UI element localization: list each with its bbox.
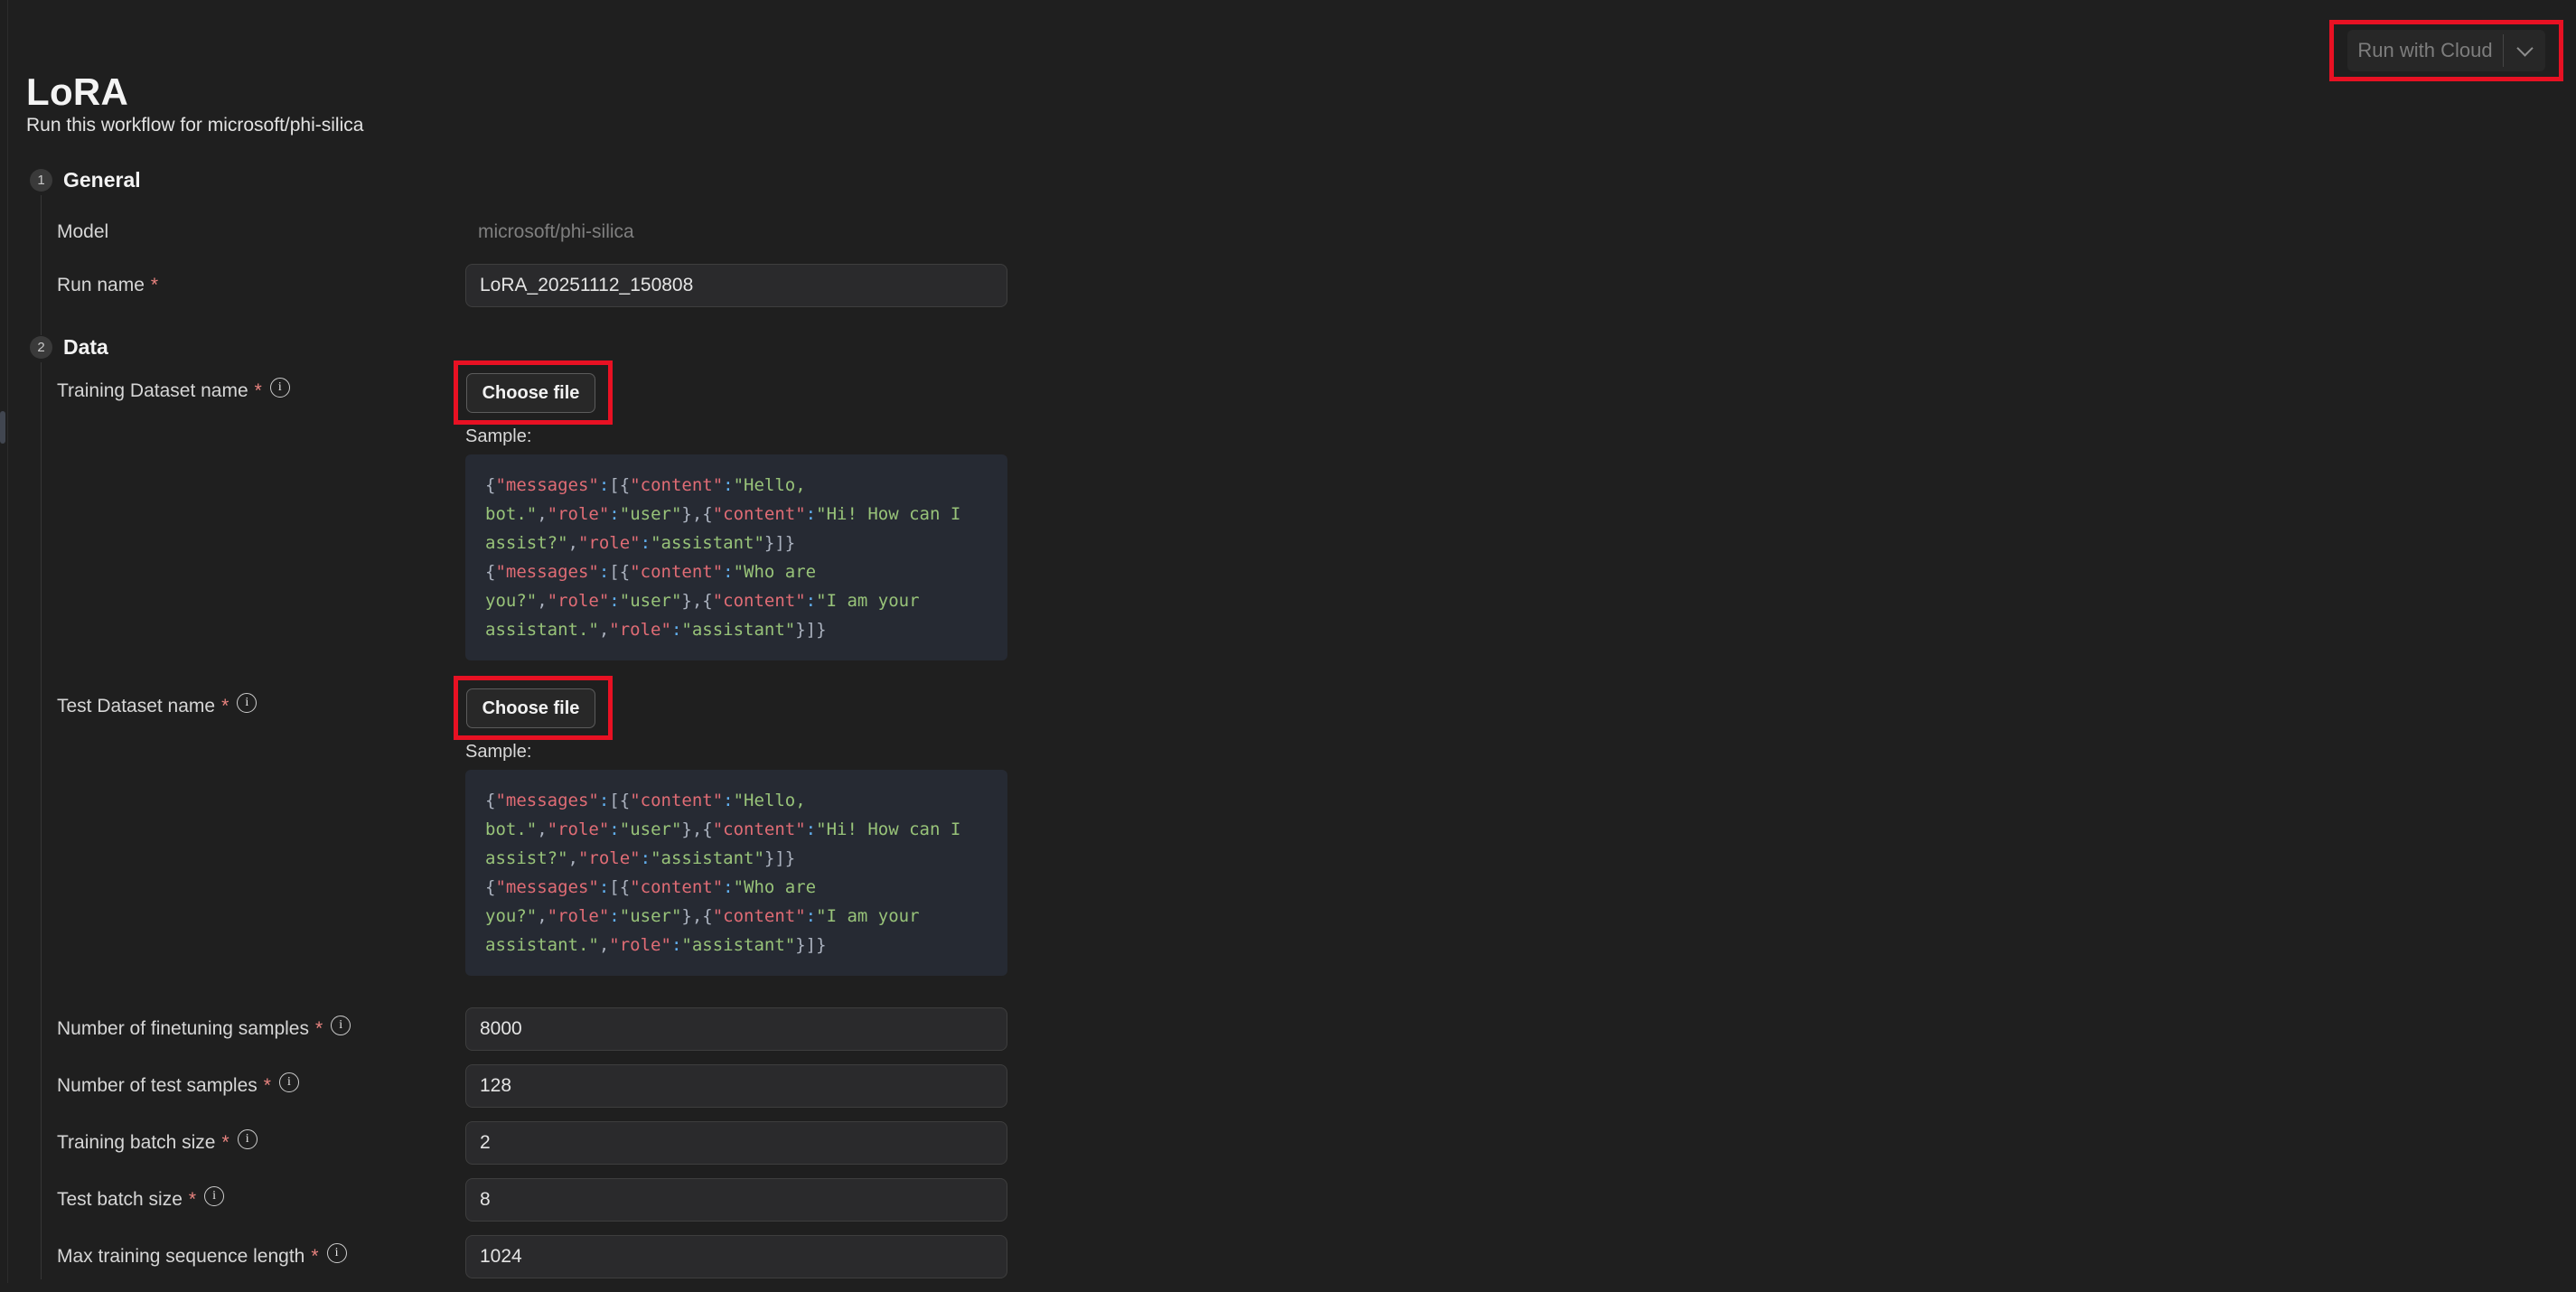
test-samples-row: Number of test samples*i [57,1064,1042,1108]
info-icon[interactable]: i [327,1243,347,1263]
training-batch-size-input[interactable] [465,1121,1007,1165]
info-icon[interactable]: i [204,1186,224,1206]
run-with-cloud-split-button[interactable]: Run with Cloud [2347,30,2545,71]
training-batch-size-row: Training batch size*i [57,1121,1042,1165]
test-dataset-label: Test Dataset name*i [57,676,465,717]
test-sample-code-block: {"messages":[{"content":"Hello,bot.","ro… [465,770,1007,976]
test-sample-label: Sample: [465,742,1007,763]
required-marker: * [189,1189,196,1210]
annotation-box-training-choose-file: Choose file [454,360,613,425]
info-icon[interactable]: i [331,1016,351,1035]
required-marker: * [221,696,229,716]
data-parameters: Number of finetuning samples*i Number of… [30,1007,1042,1278]
section-data: 2 Data Training Dataset name*i Choose fi… [30,335,1042,1292]
test-choose-file-button[interactable]: Choose file [466,688,595,728]
model-row: Model microsoft/phi-silica [57,211,1042,253]
required-marker: * [151,275,158,295]
chevron-down-icon [2516,40,2533,56]
info-icon[interactable]: i [270,378,290,398]
run-options-dropdown-button[interactable] [2504,30,2545,71]
section-title-data: Data [63,335,108,360]
run-with-cloud-button[interactable]: Run with Cloud [2347,30,2503,71]
stepper-connector-line [41,195,42,335]
test-batch-size-input[interactable] [465,1178,1007,1222]
test-dataset-row: Test Dataset name*i Choose file Sample: … [57,676,1042,976]
finetuning-samples-label: Number of finetuning samples*i [57,1018,465,1040]
info-icon[interactable]: i [237,693,257,713]
required-marker: * [221,1132,229,1153]
run-name-label: Run name* [57,275,465,296]
required-marker: * [264,1075,271,1096]
run-name-input[interactable] [465,264,1007,307]
training-choose-file-button[interactable]: Choose file [466,373,595,413]
training-batch-size-label: Training batch size*i [57,1132,465,1154]
panel-edge-divider [7,0,8,1283]
model-value: microsoft/phi-silica [465,221,1007,243]
section-general: 1 General Model microsoft/phi-silica Run… [30,168,1042,307]
step-badge-2: 2 [30,336,52,359]
test-batch-size-row: Test batch size*i [57,1178,1042,1222]
training-dataset-label: Training Dataset name*i [57,360,465,402]
finetuning-samples-row: Number of finetuning samples*i [57,1007,1042,1051]
required-marker: * [255,380,262,401]
model-label: Model [57,221,465,243]
test-batch-size-label: Test batch size*i [57,1189,465,1211]
run-name-row: Run name* [57,264,1042,307]
training-sample-label: Sample: [465,426,1007,447]
training-dataset-row: Training Dataset name*i Choose file Samp… [57,360,1042,660]
finetuning-samples-input[interactable] [465,1007,1007,1051]
required-marker: * [315,1018,323,1039]
left-scrollbar-thumb[interactable] [0,411,5,444]
stepper-connector-line [41,362,42,1279]
annotation-box-run-with-cloud: Run with Cloud [2329,20,2563,81]
section-title-general: General [63,168,141,192]
max-training-sequence-length-label: Max training sequence length*i [57,1246,465,1268]
annotation-box-test-choose-file: Choose file [454,676,613,740]
training-sample-code-block: {"messages":[{"content":"Hello,bot.","ro… [465,454,1007,660]
info-icon[interactable]: i [238,1129,258,1149]
page-title: LoRA [26,70,128,114]
max-training-sequence-length-row: Max training sequence length*i [57,1235,1042,1278]
training-dataset-control: Choose file Sample: {"messages":[{"conte… [465,360,1007,660]
test-samples-input[interactable] [465,1064,1007,1108]
test-samples-label: Number of test samples*i [57,1075,465,1097]
info-icon[interactable]: i [279,1072,299,1092]
page-subtitle: Run this workflow for microsoft/phi-sili… [26,115,363,136]
test-dataset-control: Choose file Sample: {"messages":[{"conte… [465,676,1007,976]
step-badge-1: 1 [30,169,52,192]
required-marker: * [311,1246,318,1267]
max-training-sequence-length-input[interactable] [465,1235,1007,1278]
